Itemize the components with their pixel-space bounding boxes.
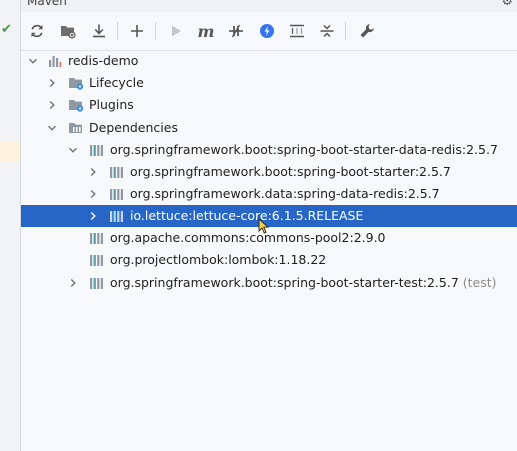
tree-node-dependency[interactable]: org.springframework.boot:spring-boot-sta…	[21, 161, 517, 183]
folder-gear-icon	[68, 75, 84, 91]
tree-node-label: org.projectlombok:lombok:1.18.22	[110, 252, 327, 267]
check-icon: ✔	[1, 22, 12, 37]
chevron-down-icon[interactable]	[67, 144, 79, 156]
library-icon	[89, 252, 105, 268]
chevron-right-icon[interactable]	[46, 77, 58, 89]
library-icon	[109, 208, 125, 224]
generate-sources-button[interactable]	[57, 20, 79, 42]
gear-icon[interactable]: ⚙	[501, 0, 513, 9]
project-tree: redis-demo Lifecycle Plugins Dependencie…	[21, 50, 517, 451]
toolbar-separator	[117, 22, 118, 40]
show-dependencies-icon	[290, 24, 304, 38]
chevron-down-icon[interactable]	[27, 55, 39, 67]
maven-project-icon	[47, 53, 63, 69]
plus-icon	[131, 25, 143, 37]
gutter-highlight	[0, 142, 19, 162]
toggle-offline-button[interactable]	[225, 20, 247, 42]
collapse-all-icon	[320, 24, 334, 38]
library-icon	[109, 164, 125, 180]
chevron-right-icon[interactable]	[87, 210, 99, 222]
chevron-down-icon[interactable]	[46, 122, 58, 134]
tree-node-redis-demo[interactable]: redis-demo	[21, 50, 517, 72]
tree-node-label: org.apache.commons:commons-pool2:2.9.0	[110, 230, 386, 245]
chevron-right-icon[interactable]	[87, 166, 99, 178]
tree-node-label: Plugins	[89, 97, 134, 112]
collapse-all-button[interactable]	[316, 20, 338, 42]
tree-node-label: org.springframework.boot:spring-boot-sta…	[110, 275, 497, 291]
tree-node-label: io.lettuce:lettuce-core:6.1.5.RELEASE	[130, 208, 364, 223]
tree-node-label: Dependencies	[89, 120, 178, 135]
download-icon	[93, 24, 105, 38]
maven-toolbar: m	[21, 12, 517, 51]
tree-node-dependency[interactable]: org.projectlombok:lombok:1.18.22	[21, 249, 517, 271]
left-gutter: ✔	[0, 0, 21, 451]
panel-title: Maven	[27, 0, 67, 8]
run-button[interactable]	[165, 20, 187, 42]
tree-node-dependency[interactable]: org.springframework.data:spring-data-red…	[21, 183, 517, 205]
toggle-offline-icon	[229, 24, 243, 38]
tree-node-label: Lifecycle	[89, 75, 144, 90]
toolbar-separator	[345, 22, 346, 40]
download-button[interactable]	[88, 20, 110, 42]
run-icon	[172, 25, 181, 37]
tree-node-label: redis-demo	[68, 53, 139, 68]
chevron-right-icon[interactable]	[67, 277, 79, 289]
tree-node-dependencies[interactable]: Dependencies	[21, 117, 517, 139]
panel-header: Maven ⚙	[21, 0, 517, 12]
reload-icon	[31, 24, 43, 38]
library-icon	[109, 186, 125, 202]
skip-tests-button[interactable]	[256, 20, 278, 42]
tree-node-dependency[interactable]: org.springframework.boot:spring-boot-sta…	[21, 272, 517, 294]
execute-goal-button[interactable]: m	[195, 20, 217, 42]
wrench-icon	[360, 24, 374, 38]
tree-node-plugins[interactable]: Plugins	[21, 94, 517, 116]
library-icon	[89, 230, 105, 246]
maven-m-icon: m	[197, 21, 215, 41]
add-folder-icon	[61, 26, 76, 39]
tree-node-label: org.springframework.boot:spring-boot-sta…	[130, 164, 451, 179]
mouse-cursor-icon	[258, 218, 270, 234]
skip-tests-icon	[260, 24, 274, 38]
library-icon	[89, 142, 105, 158]
maven-settings-button[interactable]	[356, 20, 378, 42]
tree-node-label: org.springframework.data:spring-data-red…	[130, 186, 440, 201]
folder-library-icon	[68, 120, 84, 136]
library-icon	[89, 275, 105, 291]
chevron-right-icon[interactable]	[46, 99, 58, 111]
tree-node-label: org.springframework.boot:spring-boot-sta…	[110, 142, 498, 157]
show-dependencies-button[interactable]	[286, 20, 308, 42]
dependency-coordinates: org.springframework.boot:spring-boot-sta…	[110, 275, 459, 290]
scope-label: (test)	[462, 275, 497, 290]
folder-gear-icon	[68, 97, 84, 113]
add-project-button[interactable]	[126, 20, 148, 42]
tree-node-lifecycle[interactable]: Lifecycle	[21, 72, 517, 94]
chevron-right-icon[interactable]	[87, 188, 99, 200]
reload-button[interactable]	[26, 20, 48, 42]
toolbar-separator	[155, 22, 156, 40]
tree-node-dependency[interactable]: org.springframework.boot:spring-boot-sta…	[21, 139, 517, 161]
